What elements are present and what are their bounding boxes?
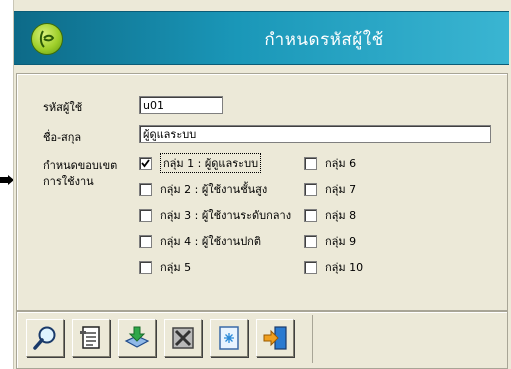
save-button[interactable] — [118, 319, 156, 357]
checkbox-box[interactable] — [139, 234, 152, 248]
user-id-label: รหัสผู้ใช้ — [43, 101, 83, 114]
group-5-label: กลุ่ม 5 — [160, 261, 192, 274]
group-2-label: กลุ่ม 2 : ผู้ใช้งานชั้นสูง — [160, 183, 268, 196]
group-1-label: กลุ่ม 1 : ผู้ดูแลระบบ — [160, 153, 262, 173]
group-10-checkbox[interactable]: กลุ่ม 10 — [304, 259, 363, 275]
group-7-checkbox[interactable]: กลุ่ม 7 — [304, 181, 356, 197]
checkbox-box[interactable] — [139, 260, 152, 274]
title-bar: กำหนดรหัสผู้ใช้ — [14, 11, 509, 65]
checkbox-box[interactable] — [139, 208, 152, 222]
user-form-panel: รหัสผู้ใช้ u01 ชื่อ-สกุล ผู้ดูแลระบบ กำห… — [16, 73, 508, 311]
new-document-icon — [219, 326, 239, 350]
group-6-checkbox[interactable]: กลุ่ม 6 — [304, 155, 356, 171]
search-icon — [33, 326, 56, 350]
group-5-checkbox[interactable]: กลุ่ม 5 — [139, 259, 191, 275]
name-label: ชื่อ-สกุล — [43, 131, 82, 144]
toolbar — [16, 311, 508, 369]
window-title: กำหนดรหัสผู้ใช้ — [264, 30, 384, 50]
toolbar-button-group — [20, 315, 313, 363]
exit-button[interactable] — [256, 319, 294, 357]
delete-button[interactable] — [164, 319, 202, 357]
checkbox-box[interactable] — [304, 234, 317, 248]
checkmark-icon — [141, 158, 150, 167]
checkbox-box[interactable] — [139, 156, 152, 170]
user-id-field[interactable]: u01 — [139, 96, 223, 114]
exit-icon — [263, 326, 287, 350]
search-button[interactable] — [26, 319, 64, 357]
group-9-label: กลุ่ม 9 — [325, 235, 357, 248]
group-7-label: กลุ่ม 7 — [325, 183, 357, 196]
save-download-icon — [124, 326, 150, 348]
group-8-checkbox[interactable]: กลุ่ม 8 — [304, 207, 356, 223]
user-id-window: กำหนดรหัสผู้ใช้ รหัสผู้ใช้ u01 ชื่อ-สกุล… — [13, 0, 511, 369]
group-3-checkbox[interactable]: กลุ่ม 3 : ผู้ใช้งานระดับกลาง — [139, 207, 291, 223]
checkbox-box[interactable] — [304, 182, 317, 196]
new-button[interactable] — [210, 319, 248, 357]
group-2-checkbox[interactable]: กลุ่ม 2 : ผู้ใช้งานชั้นสูง — [139, 181, 267, 197]
name-field[interactable]: ผู้ดูแลระบบ — [139, 125, 491, 143]
scope-label-2: การใช้งาน — [43, 175, 94, 188]
group-1-checkbox[interactable]: กลุ่ม 1 : ผู้ดูแลระบบ — [139, 153, 262, 173]
checkbox-box[interactable] — [304, 156, 317, 170]
delete-icon — [172, 327, 194, 349]
checkbox-box[interactable] — [304, 208, 317, 222]
checkbox-box[interactable] — [139, 182, 152, 196]
pointer-arrow-icon — [0, 175, 14, 185]
checkbox-box[interactable] — [304, 260, 317, 274]
group-6-label: กลุ่ม 6 — [325, 157, 357, 170]
group-4-checkbox[interactable]: กลุ่ม 4 : ผู้ใช้งานปกติ — [139, 233, 261, 249]
group-4-label: กลุ่ม 4 : ผู้ใช้งานปกติ — [160, 235, 261, 248]
group-8-label: กลุ่ม 8 — [325, 209, 357, 222]
edit-document-icon — [80, 326, 100, 349]
group-9-checkbox[interactable]: กลุ่ม 9 — [304, 233, 356, 249]
group-3-label: กลุ่ม 3 : ผู้ใช้งานระดับกลาง — [160, 209, 292, 222]
group-10-label: กลุ่ม 10 — [325, 261, 364, 274]
app-logo-icon — [31, 23, 63, 55]
edit-button[interactable] — [72, 319, 110, 357]
